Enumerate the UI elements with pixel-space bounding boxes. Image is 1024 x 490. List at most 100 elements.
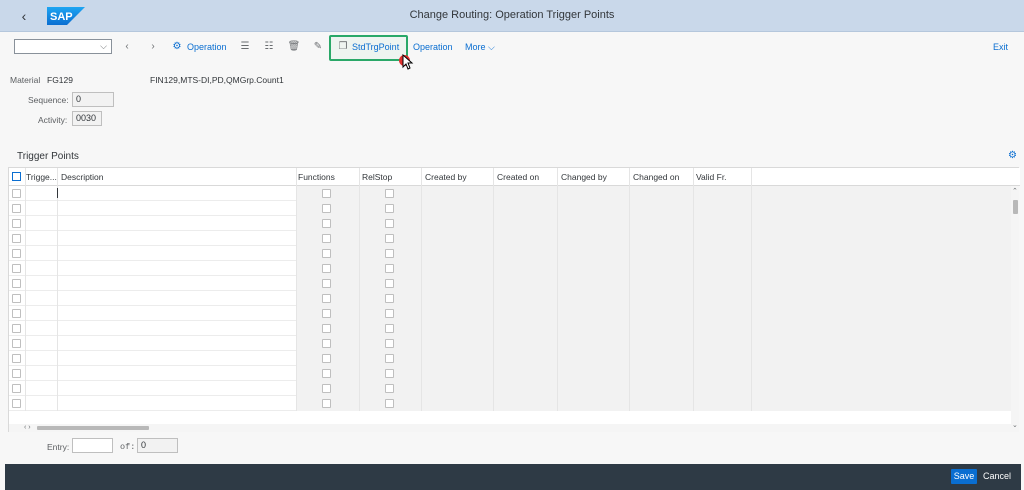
column-separator — [296, 396, 297, 411]
settings-icon[interactable]: ⚙ — [1008, 151, 1018, 161]
column-separator — [296, 291, 297, 306]
row-select-checkbox[interactable] — [12, 249, 21, 258]
readonly-cell — [493, 366, 557, 381]
of-field: 0 — [137, 438, 178, 453]
row-select-checkbox[interactable] — [12, 339, 21, 348]
readonly-cell — [693, 261, 1011, 276]
table-row[interactable] — [9, 186, 1011, 201]
col-changed-on[interactable]: Changed on — [633, 172, 679, 182]
vertical-scrollbar[interactable]: ⌃ ⌄ — [1011, 186, 1019, 432]
col-valid-from[interactable]: Valid Fr. — [696, 172, 727, 182]
functions-checkbox — [322, 249, 331, 258]
next-icon[interactable]: › — [146, 40, 160, 54]
col-relstop[interactable]: RelStop — [362, 172, 392, 182]
functions-checkbox — [322, 204, 331, 213]
deselect-all-icon[interactable]: ☷ — [262, 40, 276, 54]
scroll-down-icon[interactable]: ⌄ — [1012, 422, 1018, 430]
column-separator — [751, 396, 752, 411]
table-row[interactable] — [9, 366, 1011, 381]
table-row[interactable] — [9, 216, 1011, 231]
material-description: FIN129,MTS-DI,PD,QMGrp.Count1 — [150, 75, 284, 85]
select-column-icon[interactable] — [12, 172, 21, 181]
exit-button[interactable]: Exit — [993, 40, 1008, 54]
save-button[interactable]: Save — [951, 469, 977, 484]
table-row[interactable] — [9, 321, 1011, 336]
col-trigger[interactable]: Trigge... — [26, 172, 58, 182]
table-row[interactable] — [9, 351, 1011, 366]
operation-button[interactable]: Operation — [187, 40, 227, 54]
row-select-checkbox[interactable] — [12, 354, 21, 363]
horizontal-scroll-thumb[interactable] — [37, 426, 149, 430]
readonly-cell — [629, 186, 693, 201]
row-select-checkbox[interactable] — [12, 234, 21, 243]
previous-icon[interactable]: ‹ — [120, 40, 134, 54]
column-separator — [359, 291, 360, 306]
column-separator — [751, 366, 752, 381]
row-select-checkbox[interactable] — [12, 294, 21, 303]
functions-checkbox — [322, 384, 331, 393]
operation-button-2[interactable]: Operation — [413, 40, 453, 54]
column-separator — [557, 306, 558, 321]
column-separator — [359, 381, 360, 396]
column-separator — [493, 231, 494, 246]
command-select[interactable]: ⌵ — [14, 39, 112, 54]
column-separator — [359, 216, 360, 231]
column-separator — [629, 306, 630, 321]
column-separator — [57, 306, 58, 321]
column-separator — [359, 306, 360, 321]
col-changed-by[interactable]: Changed by — [561, 172, 607, 182]
relstop-checkbox — [385, 384, 394, 393]
column-separator — [693, 366, 694, 381]
row-select-checkbox[interactable] — [12, 309, 21, 318]
col-description[interactable]: Description — [61, 172, 104, 182]
row-select-checkbox[interactable] — [12, 384, 21, 393]
vertical-scroll-thumb[interactable] — [1013, 200, 1018, 214]
table-row[interactable] — [9, 291, 1011, 306]
table-row[interactable] — [9, 231, 1011, 246]
more-button[interactable]: More ⌵ — [465, 40, 495, 54]
column-separator — [57, 396, 58, 411]
entry-field[interactable] — [72, 438, 113, 453]
scroll-left-icon[interactable]: ‹ › — [24, 424, 31, 432]
window-title: Change Routing: Operation Trigger Points — [409, 9, 615, 21]
table-row[interactable] — [9, 201, 1011, 216]
row-select-checkbox[interactable] — [12, 219, 21, 228]
table-row[interactable] — [9, 381, 1011, 396]
table-row[interactable] — [9, 396, 1011, 411]
horizontal-scrollbar[interactable]: ‹ › — [9, 424, 1011, 432]
readonly-cell — [693, 201, 1011, 216]
select-all-icon[interactable]: ☰ — [238, 40, 252, 54]
readonly-cell — [493, 381, 557, 396]
column-separator — [359, 186, 360, 201]
scroll-up-icon[interactable]: ⌃ — [1012, 188, 1018, 196]
row-select-checkbox[interactable] — [12, 399, 21, 408]
row-select-checkbox[interactable] — [12, 264, 21, 273]
col-created-on[interactable]: Created on — [497, 172, 539, 182]
col-created-by[interactable]: Created by — [425, 172, 467, 182]
table-row[interactable] — [9, 276, 1011, 291]
readonly-cell — [493, 231, 557, 246]
table-row[interactable] — [9, 306, 1011, 321]
material-value: FG129 — [47, 75, 73, 85]
readonly-cell — [693, 321, 1011, 336]
delete-icon[interactable]: 🗑 — [287, 40, 301, 54]
row-select-checkbox[interactable] — [12, 204, 21, 213]
row-select-checkbox[interactable] — [12, 369, 21, 378]
row-select-checkbox[interactable] — [12, 279, 21, 288]
edit-icon[interactable]: ✎ — [311, 40, 325, 54]
cancel-button[interactable]: Cancel — [983, 469, 1011, 484]
table-row[interactable] — [9, 261, 1011, 276]
row-select-checkbox[interactable] — [12, 324, 21, 333]
relstop-checkbox — [385, 264, 394, 273]
column-separator — [629, 321, 630, 336]
column-separator — [25, 261, 26, 276]
col-functions[interactable]: Functions — [298, 172, 335, 182]
row-select-checkbox[interactable] — [12, 189, 21, 198]
table-row[interactable] — [9, 246, 1011, 261]
column-separator — [557, 396, 558, 411]
std-trg-point-button[interactable]: StdTrgPoint — [352, 40, 399, 54]
table-row[interactable] — [9, 336, 1011, 351]
column-separator — [493, 201, 494, 216]
column-separator — [493, 351, 494, 366]
readonly-cell — [557, 291, 629, 306]
